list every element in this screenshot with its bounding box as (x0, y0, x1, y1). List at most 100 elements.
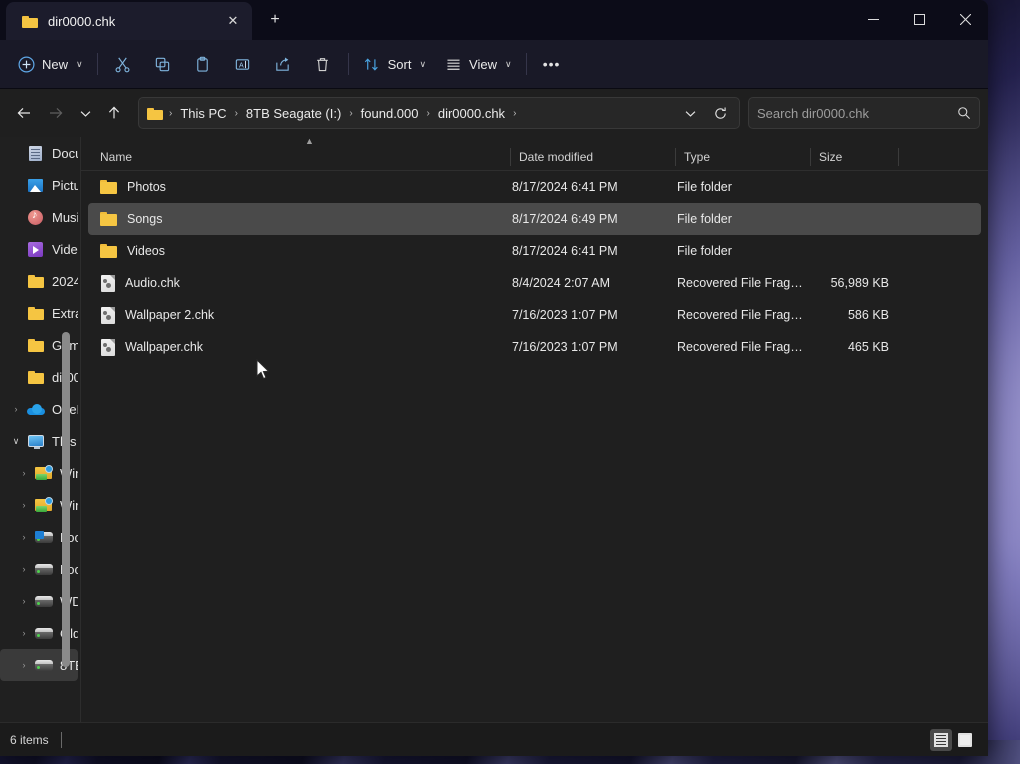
pictures-icon (26, 176, 46, 194)
breadcrumb-dir0000[interactable]: dir0000.chk (433, 103, 510, 124)
delete-button[interactable] (303, 48, 343, 80)
this-pc-icon (26, 432, 46, 450)
more-options-button[interactable]: ••• (532, 48, 572, 80)
chevron-right-icon[interactable]: › (14, 660, 34, 670)
breadcrumb-found000[interactable]: found.000 (356, 103, 424, 124)
column-header-date-label: Date modified (519, 150, 593, 164)
view-icon (444, 55, 462, 73)
window-controls (850, 0, 988, 38)
refresh-button[interactable] (705, 99, 735, 127)
folder-icon (100, 244, 117, 258)
maximize-button[interactable] (896, 0, 942, 38)
details-view-icon (934, 733, 948, 747)
cut-icon (114, 55, 132, 73)
copy-button[interactable] (143, 48, 183, 80)
view-toggle-group (930, 729, 976, 751)
status-bar: 6 items (0, 722, 988, 756)
chevron-down-icon[interactable]: ∨ (6, 436, 26, 447)
column-header-size-label: Size (819, 150, 842, 164)
chevron-right-icon[interactable]: › (14, 532, 34, 542)
search-box[interactable] (748, 97, 980, 129)
column-header-name[interactable]: Name (81, 143, 511, 171)
column-header-type[interactable]: Type (676, 143, 811, 171)
details-view-button[interactable] (930, 729, 952, 751)
file-name-label: Wallpaper 2.chk (125, 308, 214, 322)
folder-icon (26, 336, 46, 354)
tab-dir0000[interactable]: dir0000.chk ✕ (6, 2, 252, 40)
cell-date-modified: 8/17/2024 6:49 PM (511, 212, 676, 226)
folder-icon (26, 272, 46, 290)
column-header-type-label: Type (684, 150, 710, 164)
folder-icon (100, 212, 117, 226)
chevron-right-icon[interactable]: › (14, 596, 34, 606)
file-icon (101, 307, 115, 324)
chevron-down-icon: ∨ (419, 59, 426, 70)
cell-type: Recovered File Frag… (676, 308, 811, 322)
status-divider (61, 732, 62, 748)
search-input[interactable] (757, 106, 957, 121)
cell-type: Recovered File Frag… (676, 340, 811, 354)
sort-button[interactable]: Sort ∨ (354, 48, 435, 80)
table-row[interactable]: Songs8/17/2024 6:49 PMFile folder (88, 203, 981, 235)
search-icon[interactable] (957, 106, 971, 120)
cell-name: Videos (88, 244, 511, 258)
file-icon (101, 339, 115, 356)
new-button[interactable]: New ∨ (8, 48, 92, 80)
chevron-right-icon[interactable]: › (14, 500, 34, 510)
close-tab-icon[interactable]: ✕ (222, 10, 244, 32)
cell-date-modified: 7/16/2023 1:07 PM (511, 340, 676, 354)
network-folder-icon (34, 496, 54, 514)
address-bar[interactable]: › This PC › 8TB Seagate (I:) › found.000… (138, 97, 740, 129)
cell-date-modified: 8/17/2024 6:41 PM (511, 180, 676, 194)
close-button[interactable] (942, 0, 988, 38)
new-tab-button[interactable]: + (262, 9, 288, 33)
folder-icon (22, 15, 38, 28)
file-name-label: Videos (127, 244, 165, 258)
chevron-right-icon[interactable]: › (14, 628, 34, 638)
paste-button[interactable] (183, 48, 223, 80)
minimize-button[interactable] (850, 0, 896, 38)
chevron-right-icon[interactable]: › (6, 404, 26, 414)
table-row[interactable]: Wallpaper.chk7/16/2023 1:07 PMRecovered … (88, 331, 981, 363)
breadcrumb-this-pc[interactable]: This PC (175, 103, 231, 124)
cell-date-modified: 7/16/2023 1:07 PM (511, 308, 676, 322)
share-button[interactable] (263, 48, 303, 80)
system-drive-icon (34, 528, 54, 546)
delete-icon (314, 55, 332, 73)
table-row[interactable]: Photos8/17/2024 6:41 PMFile folder (88, 171, 981, 203)
cut-button[interactable] (103, 48, 143, 80)
up-button[interactable] (98, 97, 130, 129)
table-row[interactable]: Wallpaper 2.chk 7/16/2023 1:07 PMRecovere… (88, 299, 981, 331)
rename-button[interactable]: A (223, 48, 263, 80)
folder-icon (26, 304, 46, 322)
breadcrumb-separator: › (232, 108, 241, 119)
chevron-right-icon[interactable]: › (14, 564, 34, 574)
file-name-label: Audio.chk (125, 276, 180, 290)
column-divider[interactable] (898, 148, 899, 166)
breadcrumb-drive[interactable]: 8TB Seagate (I:) (241, 103, 346, 124)
cell-type: File folder (676, 180, 811, 194)
view-button-label: View (469, 57, 497, 72)
new-button-label: New (42, 57, 68, 72)
address-dropdown-button[interactable] (675, 99, 705, 127)
sidebar-scrollbar[interactable] (61, 137, 71, 722)
cell-date-modified: 8/17/2024 6:41 PM (511, 244, 676, 258)
large-icons-view-button[interactable] (954, 729, 976, 751)
view-button[interactable]: View ∨ (435, 48, 521, 80)
table-row[interactable]: Audio.chk8/4/2024 2:07 AMRecovered File … (88, 267, 981, 299)
chevron-right-icon[interactable]: › (14, 468, 34, 478)
folder-icon (147, 107, 163, 120)
recent-locations-button[interactable] (72, 97, 98, 129)
sidebar-scrollbar-thumb[interactable] (62, 332, 70, 667)
copy-icon (154, 55, 172, 73)
music-icon (26, 208, 46, 226)
column-header-size[interactable]: Size (811, 143, 899, 171)
column-header-date-modified[interactable]: Date modified (511, 143, 676, 171)
table-row[interactable]: Videos8/17/2024 6:41 PMFile folder (88, 235, 981, 267)
explorer-body: DocumentsPicturesMusicVideos2024ExtraGam… (0, 137, 988, 722)
back-button[interactable] (8, 97, 40, 129)
forward-button[interactable] (40, 97, 72, 129)
large-icons-view-icon (958, 733, 972, 747)
file-name-label: Songs (127, 212, 162, 226)
command-bar: New ∨ A (0, 40, 988, 89)
